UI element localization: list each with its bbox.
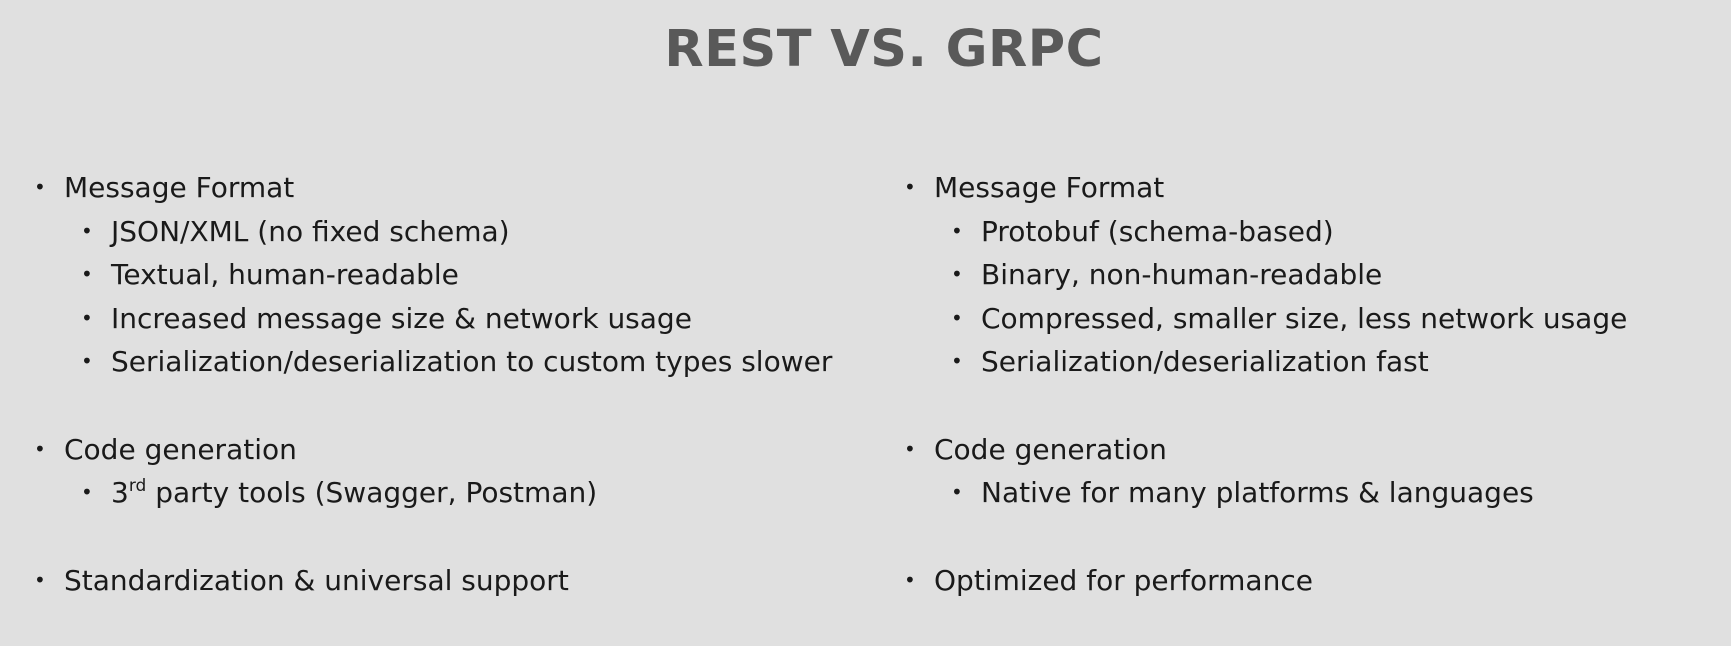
rest-code-generation-heading: • Code generation [30,428,910,472]
rest-standardization-heading: • Standardization & universal support [30,559,910,603]
rest-column: • Message Format • JSON/XML (no fixed sc… [30,166,910,646]
bullet-icon: • [34,436,46,461]
rest-message-format-item: • JSON/XML (no fixed schema) [30,210,910,254]
rest-message-format-item: • Increased message size & network usage [30,297,910,341]
grpc-code-generation-label: Code generation [934,432,1167,466]
rest-message-format-item-text: JSON/XML (no fixed schema) [111,214,510,248]
rest-code-generation-label: Code generation [64,432,297,466]
rest-code-generation-group: • Code generation • 3rd party tools (Swa… [30,428,910,515]
rest-message-format-item: • Serialization/deserialization to custo… [30,340,910,384]
slide: REST VS. GRPC • Message Format • JSON/XM… [0,0,1731,627]
grpc-code-generation-heading: • Code generation [900,428,1731,472]
bullet-icon: • [81,349,93,373]
bullet-icon: • [81,262,93,286]
rest-message-format-item: • Textual, human-readable [30,253,910,297]
bullet-icon: • [951,218,963,243]
bullet-icon: • [34,567,46,592]
rest-message-format-group: • Message Format • JSON/XML (no fixed sc… [30,166,910,384]
grpc-performance-label: Optimized for performance [934,563,1313,597]
grpc-message-format-label: Message Format [934,171,1165,204]
grpc-message-format-item-text: Binary, non-human-readable [981,258,1383,291]
rest-message-format-item-text: Textual, human-readable [111,258,459,291]
grpc-message-format-group: • Message Format • Protobuf (schema-base… [900,166,1731,384]
bullet-icon: • [81,218,93,243]
grpc-code-generation-group: • Code generation • Native for many plat… [900,428,1731,515]
bullet-icon: • [81,480,93,504]
grpc-message-format-item: • Protobuf (schema-based) [900,210,1731,254]
bullet-icon: • [951,349,963,373]
bullet-icon: • [951,480,963,504]
rest-standardization-group: • Standardization & universal support [30,559,910,603]
rest-message-format-heading: • Message Format [30,166,910,210]
rest-standardization-label: Standardization & universal support [64,563,569,597]
bullet-icon: • [904,436,916,461]
grpc-message-format-item-text: Serialization/deserialization fast [981,345,1429,378]
bullet-icon: • [904,567,916,592]
rest-code-generation-item: • 3rd party tools (Swagger, Postman) [30,471,910,515]
rest-message-format-label: Message Format [64,171,295,204]
grpc-performance-group: • Optimized for performance [900,559,1731,603]
grpc-message-format-item: • Serialization/deserialization fast [900,340,1731,384]
grpc-column: • Message Format • Protobuf (schema-base… [900,166,1731,646]
rest-message-format-item-text: Serialization/deserialization to custom … [111,345,833,378]
rest-code-generation-item-text: party tools (Swagger, Postman) [146,476,598,509]
grpc-code-generation-item: • Native for many platforms & languages [900,471,1731,515]
bullet-icon: • [951,262,963,286]
rest-message-format-item-text: Increased message size & network usage [111,301,692,335]
grpc-message-format-item: • Binary, non-human-readable [900,253,1731,297]
grpc-message-format-item: • Compressed, smaller size, less network… [900,297,1731,341]
bullet-icon: • [81,305,93,330]
slide-title: REST VS. GRPC [664,20,1104,79]
grpc-message-format-item-text: Compressed, smaller size, less network u… [981,301,1628,335]
ordinal-suffix: rd [128,476,147,496]
grpc-message-format-heading: • Message Format [900,166,1731,210]
bullet-icon: • [904,175,916,199]
grpc-performance-heading: • Optimized for performance [900,559,1731,603]
rest-code-generation-item-number: 3 [111,476,129,509]
bullet-icon: • [34,175,46,199]
grpc-code-generation-item-text: Native for many platforms & languages [981,476,1534,509]
grpc-message-format-item-text: Protobuf (schema-based) [981,214,1334,248]
bullet-icon: • [951,305,963,330]
